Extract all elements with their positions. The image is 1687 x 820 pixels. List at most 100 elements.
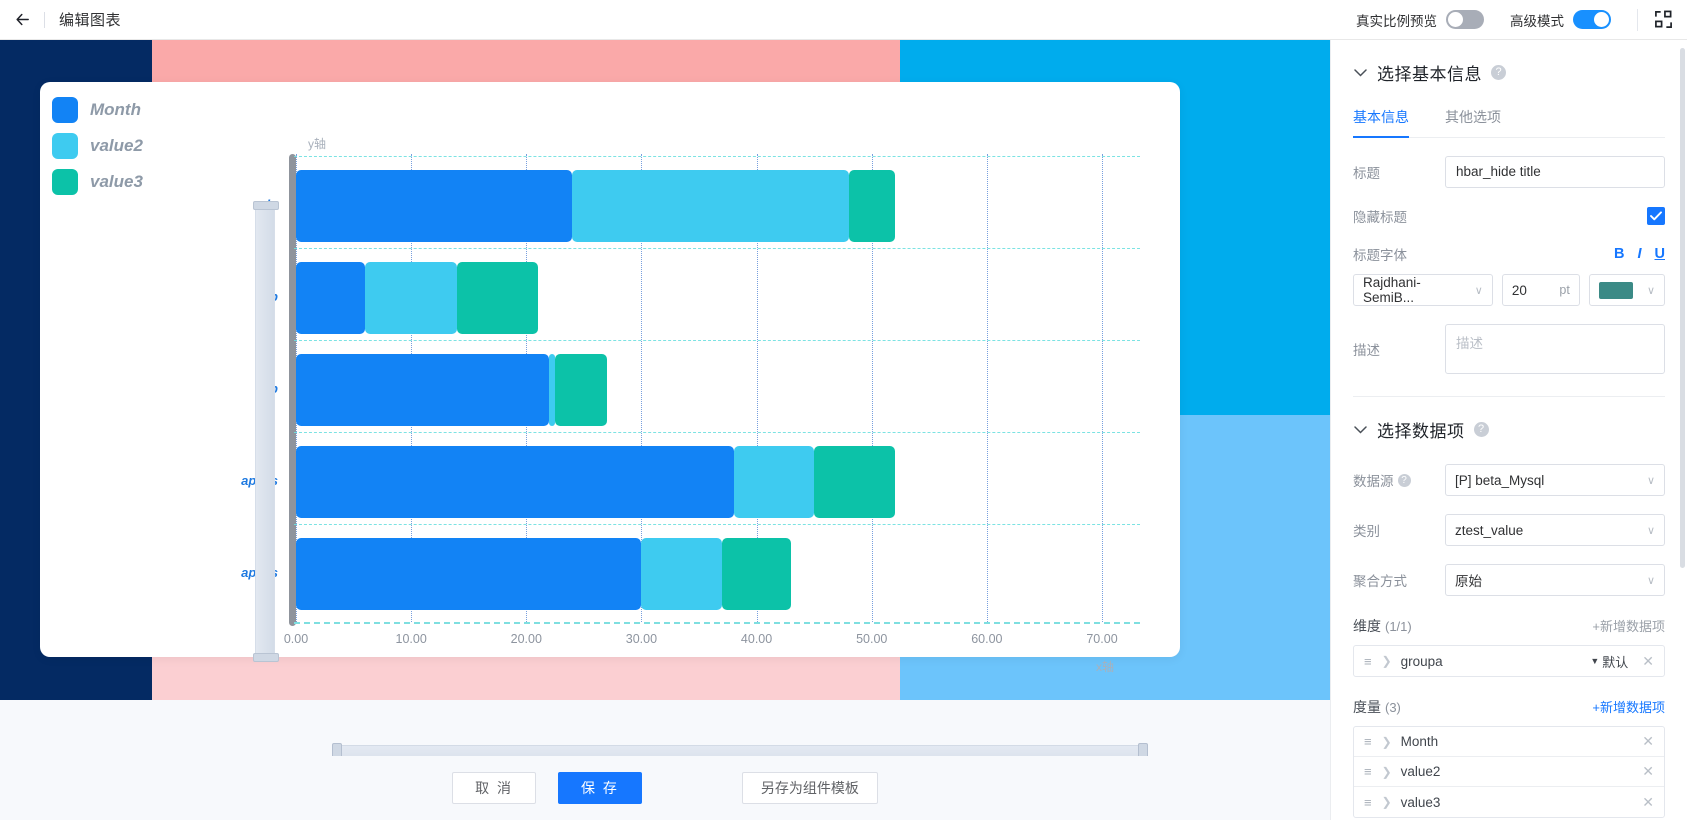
horizontal-data-zoom-slider[interactable] [332, 743, 1148, 756]
row-grid-line [294, 340, 1140, 341]
chevron-down-icon: ∨ [1646, 524, 1655, 537]
chevron-down-icon: ∨ [1646, 574, 1655, 587]
top-bar: 编辑图表 真实比例预览 高级模式 [0, 0, 1687, 40]
chart-preview-canvas: Month value2 value3 y轴 x轴 0.00 10.00 20.00… [0, 40, 1330, 756]
tab-other-options[interactable]: 其他选项 [1445, 101, 1501, 137]
italic-button[interactable]: I [1637, 246, 1641, 262]
panel-scrollbar[interactable] [1680, 48, 1685, 568]
basic-info-header[interactable]: 选择基本信息 ? [1353, 40, 1665, 89]
title-font-label: 标题字体 [1353, 248, 1407, 263]
aggregation-select[interactable]: 原始 ∨ [1445, 564, 1665, 596]
add-dimension-button[interactable]: +新增数据项 [1592, 616, 1665, 635]
bar-segment[interactable] [296, 446, 734, 518]
bar-segment[interactable] [555, 354, 607, 426]
advanced-mode-label: 高级模式 [1510, 13, 1564, 29]
basic-info-tabs: 基本信息 其他选项 [1353, 101, 1665, 138]
x-axis-tick: 0.00 [283, 632, 309, 646]
real-scale-preview-label: 真实比例预览 [1356, 13, 1437, 29]
font-family-value: Rajdhani-SemiB... [1363, 275, 1421, 305]
data-item-section: 选择数据项 ? 数据源 ? [P] beta_Mysql ∨ 类别 ztest_… [1331, 397, 1687, 818]
remove-measure-icon[interactable]: ✕ [1642, 794, 1654, 811]
title-row: 标题 hbar_hide title [1353, 156, 1665, 188]
drag-handle-icon[interactable]: ≡ [1364, 795, 1372, 810]
dimension-sort-value: 默认 [1602, 654, 1629, 670]
datasource-select[interactable]: [P] beta_Mysql ∨ [1445, 464, 1665, 496]
measure-item-month[interactable]: ≡ ❯ Month ✕ [1354, 727, 1664, 757]
check-icon [1650, 211, 1662, 221]
description-textarea[interactable]: 描述 [1445, 324, 1665, 374]
back-button[interactable] [0, 0, 44, 40]
hide-title-label: 隐藏标题 [1353, 210, 1407, 225]
remove-measure-icon[interactable]: ✕ [1642, 733, 1654, 750]
slider-handle-bottom[interactable] [253, 653, 279, 662]
data-item-header[interactable]: 选择数据项 ? [1353, 397, 1665, 446]
cancel-button[interactable]: 取 消 [452, 772, 536, 804]
row-grid-line [294, 156, 1140, 157]
slider-handle-top[interactable] [253, 201, 279, 210]
bar-segment[interactable] [722, 538, 792, 610]
chart-card: Month value2 value3 y轴 x轴 0.00 10.00 20.00… [40, 82, 1180, 756]
bar-segment[interactable] [733, 446, 815, 518]
aggregation-label: 聚合方式 [1353, 574, 1407, 589]
footer-button-bar: 取 消 保 存 另存为组件模板 [0, 756, 1330, 820]
x-axis-tick: 70.00 [1086, 632, 1118, 646]
chevron-right-icon[interactable]: ❯ [1382, 654, 1392, 668]
toggle-knob [1594, 12, 1609, 27]
font-family-select[interactable]: Rajdhani-SemiB... ∨ [1353, 274, 1493, 306]
bar-segment[interactable] [572, 170, 849, 242]
bold-button[interactable]: B [1614, 246, 1624, 262]
slider-handle-left[interactable] [332, 743, 342, 756]
help-icon[interactable]: ? [1491, 65, 1506, 80]
bar-segment[interactable] [814, 446, 895, 518]
bar-segment[interactable] [641, 538, 723, 610]
font-controls-row: Rajdhani-SemiB... ∨ 20 pt ∨ [1353, 274, 1665, 306]
drag-handle-icon[interactable]: ≡ [1364, 734, 1372, 749]
bar-segment[interactable] [296, 354, 550, 426]
dimension-sort-select[interactable]: ▼ 默认 [1590, 652, 1628, 671]
dimension-header: 维度 (1/1) +新增数据项 [1353, 616, 1665, 636]
page-title: 编辑图表 [59, 12, 122, 29]
remove-measure-icon[interactable]: ✕ [1642, 763, 1654, 780]
chart-plot-area: y轴 x轴 0.00 10.00 20.00 30.00 40.00 50.00 60.00… [40, 82, 1180, 674]
bar-segment[interactable] [296, 262, 366, 334]
save-as-template-button[interactable]: 另存为组件模板 [741, 772, 878, 804]
measure-item-value2[interactable]: ≡ ❯ value2 ✕ [1354, 757, 1664, 787]
measure-item-value3[interactable]: ≡ ❯ value3 ✕ [1354, 787, 1664, 817]
advanced-mode-toggle[interactable] [1573, 10, 1611, 29]
grid-line [1102, 154, 1103, 622]
drag-handle-icon[interactable]: ≡ [1364, 654, 1372, 669]
font-color-select[interactable]: ∨ [1588, 274, 1665, 306]
underline-button[interactable]: U [1655, 246, 1665, 262]
real-scale-preview-toggle[interactable] [1446, 10, 1484, 29]
settings-panel: 选择基本信息 ? 基本信息 其他选项 标题 hbar_hide title 隐藏… [1330, 40, 1687, 820]
help-icon[interactable]: ? [1397, 473, 1411, 487]
fullscreen-button[interactable] [1654, 10, 1673, 29]
dimension-item-groupa[interactable]: ≡ ❯ groupa ▼ 默认 ✕ [1354, 646, 1664, 676]
tab-basic-info[interactable]: 基本信息 [1353, 101, 1409, 138]
x-axis-tick: 60.00 [971, 632, 1003, 646]
bar-segment[interactable] [457, 262, 538, 334]
chevron-down-icon: ∨ [1646, 284, 1655, 297]
slider-handle-right[interactable] [1138, 743, 1148, 756]
category-row: 类别 ztest_value ∨ [1353, 514, 1665, 546]
chevron-right-icon[interactable]: ❯ [1382, 765, 1392, 779]
chevron-right-icon[interactable]: ❯ [1382, 735, 1392, 749]
hide-title-checkbox[interactable] [1647, 207, 1665, 225]
add-measure-button[interactable]: +新增数据项 [1592, 697, 1665, 716]
drag-handle-icon[interactable]: ≡ [1364, 764, 1372, 779]
help-icon[interactable]: ? [1473, 422, 1489, 437]
title-input[interactable]: hbar_hide title [1445, 156, 1665, 188]
category-select[interactable]: ztest_value ∨ [1445, 514, 1665, 546]
save-button[interactable]: 保 存 [558, 772, 642, 804]
bar-segment[interactable] [848, 170, 895, 242]
description-label: 描述 [1353, 343, 1380, 358]
font-size-input[interactable]: 20 pt [1501, 274, 1580, 306]
category-value: ztest_value [1455, 522, 1524, 538]
chevron-right-icon[interactable]: ❯ [1382, 795, 1392, 809]
bar-segment[interactable] [365, 262, 458, 334]
basic-info-section: 选择基本信息 ? 基本信息 其他选项 标题 hbar_hide title 隐藏… [1331, 40, 1687, 397]
bar-segment[interactable] [296, 170, 573, 242]
bar-segment[interactable] [296, 538, 642, 610]
vertical-data-zoom-slider[interactable] [253, 201, 279, 662]
remove-dimension-icon[interactable]: ✕ [1642, 653, 1654, 670]
